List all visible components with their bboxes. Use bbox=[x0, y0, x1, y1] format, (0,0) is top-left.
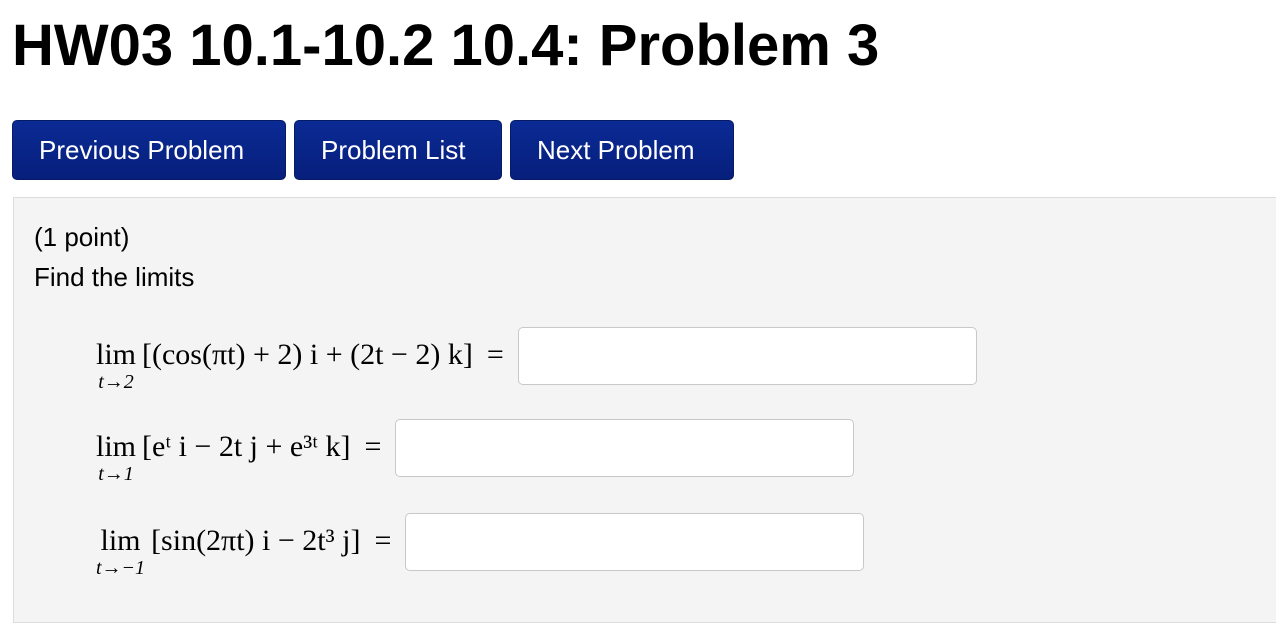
problem-panel: (1 point) Find the limits lim t→2 [(cos(… bbox=[13, 197, 1276, 623]
limit-expression: [eᵗ i − 2t j + e³ᵗ k] bbox=[142, 430, 351, 463]
problem-navigation: Previous Problem Problem List Next Probl… bbox=[12, 120, 734, 180]
answer-input-3[interactable] bbox=[405, 513, 865, 571]
page-title: HW03 10.1-10.2 10.4: Problem 3 bbox=[12, 13, 880, 78]
answer-input-2[interactable] bbox=[395, 419, 855, 477]
limit-subscript: t→2 bbox=[98, 371, 134, 393]
next-problem-button[interactable]: Next Problem bbox=[510, 120, 734, 180]
equals-sign: = bbox=[486, 338, 504, 371]
limit-operator: lim t→−1 bbox=[96, 524, 146, 579]
limit-subscript: t→−1 bbox=[96, 557, 146, 579]
limit-operator: lim t→1 bbox=[96, 430, 137, 485]
limit-row-3: lim t→−1 [sin(2πt) i − 2t³ j] = bbox=[96, 513, 865, 579]
equals-sign: = bbox=[364, 430, 382, 463]
problem-list-button[interactable]: Problem List bbox=[294, 120, 502, 180]
limit-expression: [(cos(πt) + 2) i + (2t − 2) k] bbox=[142, 338, 473, 371]
equals-sign: = bbox=[374, 524, 392, 557]
answer-input-1[interactable] bbox=[517, 327, 977, 385]
limit-operator: lim t→2 bbox=[96, 338, 137, 393]
limit-subscript: t→1 bbox=[98, 463, 134, 485]
limit-row-1: lim t→2 [(cos(πt) + 2) i + (2t − 2) k] = bbox=[96, 327, 977, 393]
problem-points: (1 point) bbox=[34, 222, 130, 252]
problem-instructions: Find the limits bbox=[34, 262, 195, 292]
limit-expression: [sin(2πt) i − 2t³ j] bbox=[151, 524, 361, 557]
limit-row-2: lim t→1 [eᵗ i − 2t j + e³ᵗ k] = bbox=[96, 419, 855, 485]
previous-problem-button[interactable]: Previous Problem bbox=[12, 120, 286, 180]
